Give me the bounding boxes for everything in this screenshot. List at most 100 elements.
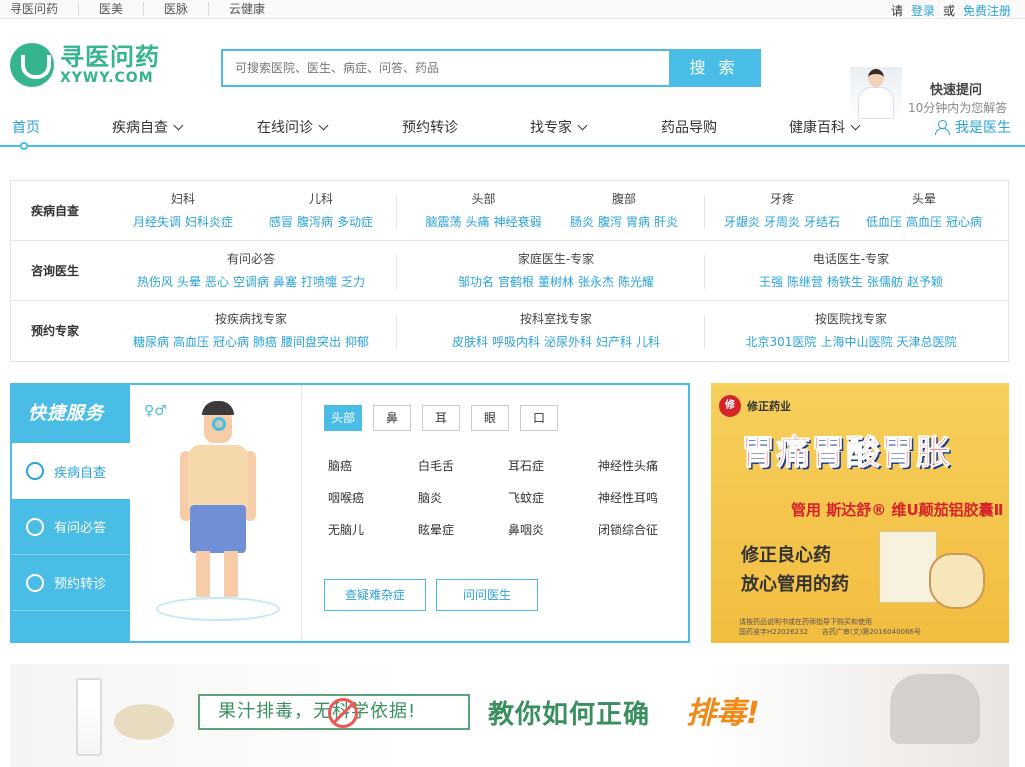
grid-link[interactable]: 多动症 xyxy=(337,215,373,229)
cell-title[interactable]: 按科室找专家 xyxy=(411,311,701,327)
grid-link[interactable]: 空调病 xyxy=(233,275,269,289)
grid-link[interactable]: 头痛 xyxy=(465,215,489,229)
cell-title[interactable]: 电话医生-专家 xyxy=(711,251,991,267)
grid-link[interactable]: 脑震荡 xyxy=(425,215,461,229)
part-tab-head[interactable]: 头部 xyxy=(324,405,362,431)
disease-link[interactable]: 耳石症 xyxy=(508,457,544,474)
nav-appointment[interactable]: 预约转诊 xyxy=(402,117,458,137)
services-tab-referral[interactable]: 预约转诊 xyxy=(12,555,130,611)
disease-link[interactable]: 咽喉癌 xyxy=(328,489,364,506)
grid-link[interactable]: 牙周炎 xyxy=(764,215,800,229)
disease-link[interactable]: 鼻咽炎 xyxy=(508,521,544,538)
site-logo[interactable]: 寻医问药 XYWY.COM xyxy=(10,43,160,87)
cell-title[interactable]: 腹部 xyxy=(559,191,689,207)
grid-link[interactable]: 儿科 xyxy=(636,335,660,349)
part-tab-nose[interactable]: 鼻 xyxy=(373,405,411,431)
disease-link[interactable]: 无脑儿 xyxy=(328,521,364,538)
grid-link[interactable]: 腹泻病 xyxy=(297,215,333,229)
grid-link[interactable]: 天津总医院 xyxy=(896,335,956,349)
part-tab-eye[interactable]: 眼 xyxy=(471,405,509,431)
nav-online-consult[interactable]: 在线问诊 xyxy=(257,117,329,137)
login-link[interactable]: 登录 xyxy=(911,2,935,19)
register-link[interactable]: 免费注册 xyxy=(963,2,1011,19)
grid-link[interactable]: 董树林 xyxy=(538,275,574,289)
ask-doctor-button[interactable]: 问问医生 xyxy=(436,579,538,611)
grid-link[interactable]: 陈继营 xyxy=(787,275,823,289)
cell-title[interactable]: 牙疼 xyxy=(717,191,847,207)
cell-title[interactable]: 妇科 xyxy=(123,191,243,207)
gender-toggle-icon[interactable]: ♀♂ xyxy=(144,403,167,419)
grid-link[interactable]: 冠心病 xyxy=(213,335,249,349)
grid-link[interactable]: 上海中山医院 xyxy=(820,335,892,349)
grid-link[interactable]: 低血压 xyxy=(866,215,902,229)
grid-link[interactable]: 官鹤根 xyxy=(498,275,534,289)
cell-title[interactable]: 头晕 xyxy=(859,191,989,207)
disease-link[interactable]: 白毛舌 xyxy=(418,457,454,474)
grid-link[interactable]: 肝炎 xyxy=(654,215,678,229)
search-input[interactable] xyxy=(223,51,669,85)
disease-link[interactable]: 神经性头痛 xyxy=(598,457,658,474)
detox-banner[interactable]: 果汁排毒，无科学依据! 教你如何正确 排毒! xyxy=(10,664,1009,767)
grid-link[interactable]: 陈光耀 xyxy=(618,275,654,289)
grid-link[interactable]: 高血压 xyxy=(173,335,209,349)
grid-link[interactable]: 恶心 xyxy=(205,275,229,289)
grid-link[interactable]: 头晕 xyxy=(177,275,201,289)
grid-link[interactable]: 神经衰弱 xyxy=(494,215,542,229)
grid-link[interactable]: 泌尿外科 xyxy=(544,335,592,349)
grid-link[interactable]: 糖尿病 xyxy=(133,335,169,349)
grid-link[interactable]: 热伤风 xyxy=(137,275,173,289)
grid-link[interactable]: 月经失调 xyxy=(133,215,181,229)
top-link-xywy[interactable]: 寻医问药 xyxy=(10,2,80,16)
grid-link[interactable]: 鼻塞 xyxy=(273,275,297,289)
cell-title[interactable]: 按医院找专家 xyxy=(711,311,991,327)
grid-link[interactable]: 张儒舫 xyxy=(867,275,903,289)
grid-link[interactable]: 北京301医院 xyxy=(746,335,817,349)
search-button[interactable]: 搜 索 xyxy=(669,51,759,85)
grid-link[interactable]: 赵予颖 xyxy=(907,275,943,289)
grid-link[interactable]: 乏力 xyxy=(341,275,365,289)
grid-link[interactable]: 腹泻 xyxy=(598,215,622,229)
search-difficult-disease-button[interactable]: 查疑难杂症 xyxy=(324,579,426,611)
grid-link[interactable]: 牙结石 xyxy=(804,215,840,229)
grid-link[interactable]: 牙龈炎 xyxy=(724,215,760,229)
nav-home[interactable]: 首页 xyxy=(12,117,40,137)
grid-link[interactable]: 杨铁生 xyxy=(827,275,863,289)
cell-title[interactable]: 按疾病找专家 xyxy=(111,311,391,327)
part-tab-ear[interactable]: 耳 xyxy=(422,405,460,431)
grid-link[interactable]: 肺癌 xyxy=(253,335,277,349)
disease-link[interactable]: 闭锁综合征 xyxy=(598,521,658,538)
grid-link[interactable]: 皮肤科 xyxy=(452,335,488,349)
disease-link[interactable]: 脑炎 xyxy=(418,489,442,506)
grid-link[interactable]: 肠炎 xyxy=(570,215,594,229)
top-link-yimai[interactable]: 医脉 xyxy=(164,2,210,16)
services-tab-qa[interactable]: 有问必答 xyxy=(12,499,130,555)
nav-disease-check[interactable]: 疾病自查 xyxy=(112,117,184,137)
cell-title[interactable]: 儿科 xyxy=(261,191,381,207)
human-figure[interactable] xyxy=(156,401,280,621)
grid-link[interactable]: 妇产科 xyxy=(596,335,632,349)
grid-link[interactable]: 感冒 xyxy=(269,215,293,229)
top-link-yimei[interactable]: 医美 xyxy=(99,2,145,16)
disease-link[interactable]: 神经性耳鸣 xyxy=(598,489,658,506)
grid-link[interactable]: 胃病 xyxy=(626,215,650,229)
grid-link[interactable]: 张永杰 xyxy=(578,275,614,289)
services-tab-disease-check[interactable]: 疾病自查 xyxy=(12,443,130,499)
nav-find-expert[interactable]: 找专家 xyxy=(530,117,588,137)
nav-health-wiki[interactable]: 健康百科 xyxy=(789,117,861,137)
cell-title[interactable]: 头部 xyxy=(411,191,556,207)
disease-link[interactable]: 眩晕症 xyxy=(418,521,454,538)
grid-link[interactable]: 高血压 xyxy=(906,215,942,229)
nav-drug-guide[interactable]: 药品导购 xyxy=(661,117,717,137)
i-am-doctor-link[interactable]: 我是医生 xyxy=(935,117,1011,137)
grid-link[interactable]: 呼吸内科 xyxy=(492,335,540,349)
grid-link[interactable]: 妇科炎症 xyxy=(185,215,233,229)
grid-link[interactable]: 冠心病 xyxy=(946,215,982,229)
grid-link[interactable]: 打喷嚏 xyxy=(301,275,337,289)
disease-link[interactable]: 飞蚊症 xyxy=(508,489,544,506)
grid-link[interactable]: 邹功名 xyxy=(458,275,494,289)
drug-ad[interactable]: 修修正药业 胃痛胃酸胃胀 管用 斯达舒® 维U颠茄铝胶囊Ⅱ 修正良心药 放心管用… xyxy=(711,383,1009,643)
cell-title[interactable]: 家庭医生-专家 xyxy=(411,251,701,267)
head-target-icon[interactable] xyxy=(212,417,226,431)
top-link-cloud-health[interactable]: 云健康 xyxy=(229,2,285,16)
grid-link[interactable]: 腰间盘突出 xyxy=(281,335,341,349)
